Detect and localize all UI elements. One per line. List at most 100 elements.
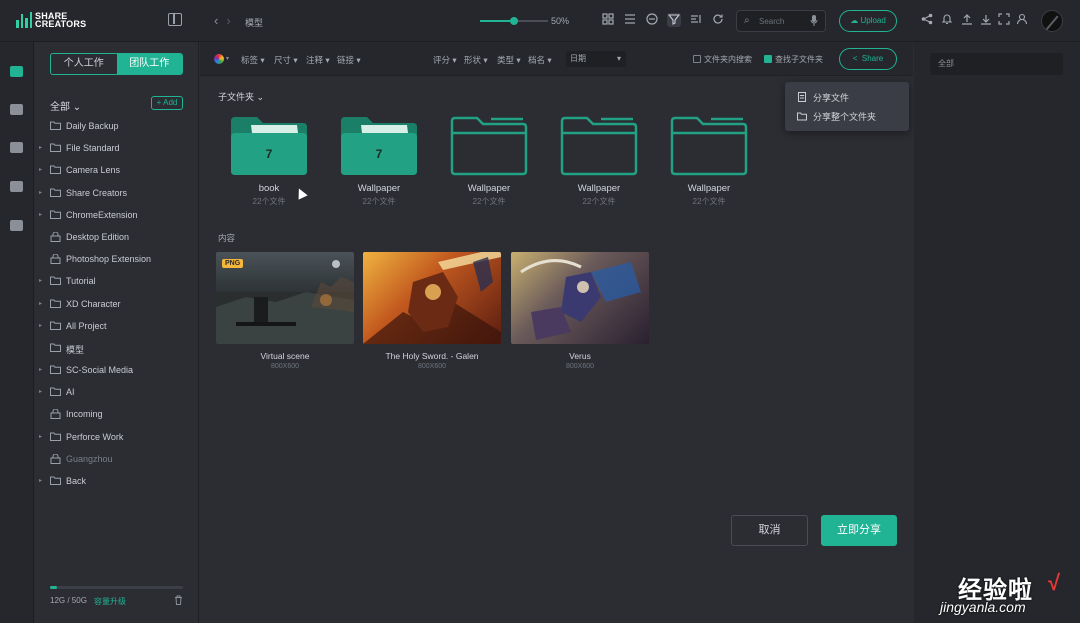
download-icon[interactable] bbox=[979, 13, 993, 27]
filter-rating-label: 评分 bbox=[433, 55, 451, 65]
tab-team[interactable]: 团队工作 bbox=[116, 54, 182, 74]
sort-icon[interactable] bbox=[689, 13, 703, 27]
sidebar-folder-item[interactable]: Desktop Edition bbox=[39, 227, 197, 249]
watermark-en: jingyanla.com bbox=[940, 599, 1026, 615]
folder-tree: Daily Backup ▸ File Standard ▸ Camera Lens ▸ S… bbox=[39, 116, 197, 493]
right-panel-select[interactable]: 全部 bbox=[930, 53, 1063, 75]
upgrade-storage-link[interactable]: 容量升级 bbox=[94, 596, 126, 607]
expand-caret-icon[interactable]: ▸ bbox=[39, 189, 42, 196]
color-filter-icon[interactable] bbox=[214, 54, 224, 64]
share-button[interactable]: < Share bbox=[839, 48, 897, 70]
search-subfolders-checkbox[interactable] bbox=[764, 55, 772, 63]
filter-shape[interactable]: 形状 ▾ bbox=[464, 54, 488, 66]
tab-personal[interactable]: 个人工作 bbox=[51, 54, 117, 74]
expand-caret-icon[interactable]: ▸ bbox=[39, 477, 42, 484]
filter-type[interactable]: 类型 ▾ bbox=[497, 54, 521, 66]
filter-notes[interactable]: 注释 ▾ bbox=[306, 54, 330, 66]
share-icon[interactable] bbox=[920, 13, 934, 27]
list-view-icon[interactable] bbox=[623, 13, 637, 27]
microphone-icon[interactable] bbox=[810, 15, 818, 29]
forward-arrow-icon[interactable]: › bbox=[226, 13, 230, 28]
sidebar-folder-item[interactable]: ▸ Camera Lens bbox=[39, 160, 197, 182]
app-logo[interactable]: SHARE CREATORS bbox=[16, 12, 86, 29]
grid-view-icon[interactable] bbox=[601, 13, 615, 27]
expand-caret-icon[interactable]: ▸ bbox=[39, 322, 42, 329]
all-folders-dropdown[interactable]: 全部 ⌄ bbox=[50, 98, 81, 113]
sidebar-folder-item[interactable]: ▸ File Standard bbox=[39, 138, 197, 160]
subfolder-card[interactable]: Wallpaper 22个文件 bbox=[447, 115, 531, 207]
expand-caret-icon[interactable]: ▸ bbox=[39, 433, 42, 440]
breadcrumb[interactable]: 模型 bbox=[245, 16, 263, 29]
expand-caret-icon[interactable]: ▸ bbox=[39, 211, 42, 218]
filter-size[interactable]: 尺寸 ▾ bbox=[274, 54, 298, 66]
logo-icon bbox=[16, 12, 32, 28]
sidebar-folder-item[interactable]: ▸ SC-Social Media bbox=[39, 360, 197, 382]
filter-icon[interactable] bbox=[667, 13, 681, 27]
media-icon[interactable] bbox=[10, 181, 23, 192]
list-icon[interactable] bbox=[10, 104, 23, 115]
bell-icon[interactable] bbox=[940, 13, 954, 27]
expand-caret-icon[interactable]: ▸ bbox=[39, 388, 42, 395]
expand-caret-icon[interactable]: ▸ bbox=[39, 144, 42, 151]
sidebar-folder-item[interactable]: ▸ Perforce Work bbox=[39, 427, 197, 449]
search-in-folder-checkbox[interactable] bbox=[693, 55, 701, 63]
sidebar-folder-item[interactable]: ▸ Back bbox=[39, 471, 197, 493]
filter-rating[interactable]: 评分 ▾ bbox=[433, 54, 457, 66]
sidebar-folder-item[interactable]: ▸ Tutorial bbox=[39, 271, 197, 293]
sidebar-folder-item[interactable]: ▸ ChromeExtension bbox=[39, 205, 197, 227]
plugin-icon[interactable] bbox=[10, 220, 23, 231]
sidebar-folder-item[interactable]: Guangzhou bbox=[39, 449, 197, 471]
expand-caret-icon[interactable]: ▸ bbox=[39, 277, 42, 284]
folder-icon bbox=[50, 321, 61, 330]
asset-card[interactable]: Verus 800X600 bbox=[511, 252, 649, 370]
share-folder-item[interactable]: 分享整个文件夹 bbox=[797, 109, 876, 123]
asset-name: Verus bbox=[569, 351, 591, 361]
search-input[interactable] bbox=[759, 14, 809, 28]
user-icon[interactable] bbox=[1015, 13, 1029, 27]
subfolders-heading[interactable]: 子文件夹 ⌄ bbox=[218, 90, 264, 103]
subfolder-card[interactable]: Wallpaper 22个文件 bbox=[667, 115, 751, 207]
sidebar-toggle-icon[interactable] bbox=[168, 13, 182, 26]
upload-icon[interactable] bbox=[960, 13, 974, 27]
sidebar-folder-item[interactable]: 模型 bbox=[39, 338, 197, 360]
library-icon[interactable] bbox=[10, 66, 23, 77]
cancel-button[interactable]: 取消 bbox=[731, 515, 808, 546]
expand-caret-icon[interactable]: ▸ bbox=[39, 300, 42, 307]
sidebar-folder-item[interactable]: ▸ All Project bbox=[39, 316, 197, 338]
sidebar-folder-label: Back bbox=[66, 476, 87, 486]
sidebar-folder-label: Perforce Work bbox=[66, 431, 124, 442]
sidebar-folder-item[interactable]: Photoshop Extension bbox=[39, 249, 197, 271]
right-panel: 全部 bbox=[914, 42, 1080, 623]
add-folder-button[interactable]: + Add bbox=[151, 96, 183, 110]
sidebar-folder-label: ChromeExtension bbox=[66, 209, 138, 220]
sidebar-folder-item[interactable]: ▸ XD Character bbox=[39, 294, 197, 316]
share-file-item[interactable]: 分享文件 bbox=[797, 90, 849, 104]
sidebar-folder-item[interactable]: ▸ AI bbox=[39, 382, 197, 404]
sidebar-folder-item[interactable]: ▸ Share Creators bbox=[39, 183, 197, 205]
avatar[interactable] bbox=[1041, 10, 1063, 32]
fullscreen-icon[interactable] bbox=[997, 13, 1011, 27]
asset-card[interactable]: The Holy Sword. - Galen 800X600 bbox=[363, 252, 501, 370]
zoom-slider[interactable] bbox=[480, 17, 548, 25]
filter-extension[interactable]: 档名 ▾ bbox=[528, 54, 552, 66]
subfolder-card[interactable]: 7 Wallpaper 22个文件 bbox=[337, 115, 421, 207]
folder-file-count: 22个文件 bbox=[582, 197, 616, 206]
refresh-icon[interactable] bbox=[711, 13, 725, 27]
preview-icon[interactable] bbox=[645, 13, 659, 27]
filter-link[interactable]: 链接 ▾ bbox=[337, 54, 361, 66]
sidebar-folder-item[interactable]: Daily Backup bbox=[39, 116, 197, 138]
trash-icon[interactable] bbox=[174, 595, 183, 607]
filter-date-select[interactable]: 日期 bbox=[566, 51, 626, 67]
back-arrow-icon[interactable]: ‹ bbox=[214, 13, 218, 28]
zoom-slider-handle[interactable] bbox=[510, 17, 518, 25]
briefcase-icon[interactable] bbox=[10, 142, 23, 153]
sidebar-folder-item[interactable]: Incoming bbox=[39, 404, 197, 426]
expand-caret-icon[interactable]: ▸ bbox=[39, 166, 42, 173]
asset-card[interactable]: PNG Virtual scene 800X600 bbox=[216, 252, 354, 370]
expand-caret-icon[interactable]: ▸ bbox=[39, 366, 42, 373]
share-now-button[interactable]: 立即分享 bbox=[821, 515, 897, 546]
subfolder-card[interactable]: Wallpaper 22个文件 bbox=[557, 115, 641, 207]
upload-button[interactable]: ☁ Upload bbox=[839, 10, 897, 32]
search-box[interactable]: ⌕ bbox=[736, 10, 826, 32]
filter-tags[interactable]: 标签 ▾ bbox=[241, 54, 265, 66]
